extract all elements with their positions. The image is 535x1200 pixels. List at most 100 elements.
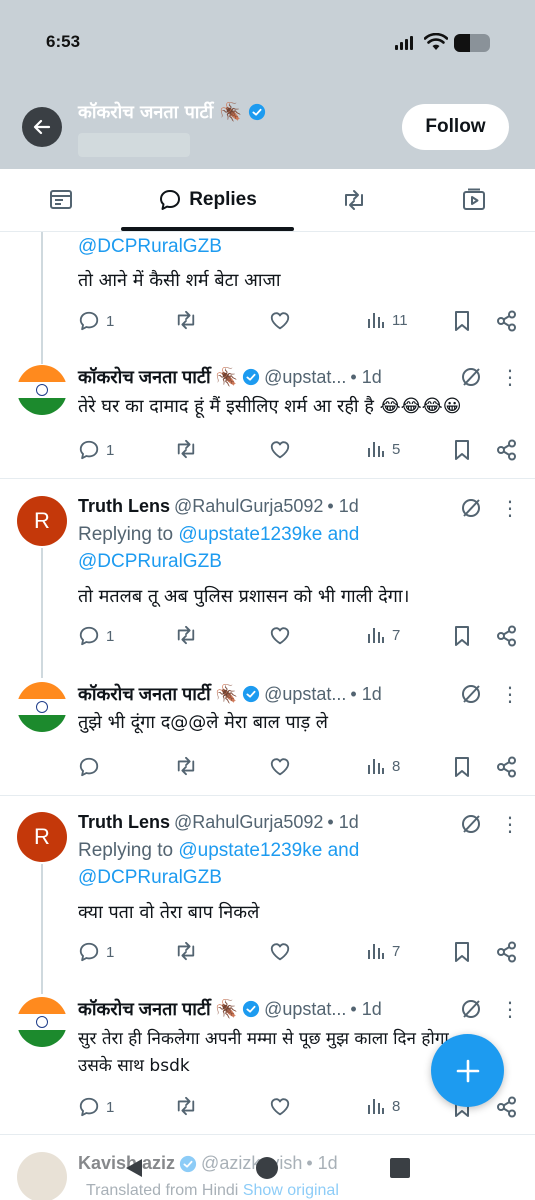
post-actions: 8 bbox=[78, 756, 518, 782]
mention-link[interactable]: @upstate1239ke and bbox=[178, 840, 359, 861]
grok-icon[interactable] bbox=[460, 366, 482, 388]
bookmark-button[interactable] bbox=[452, 941, 472, 963]
post-count-blurred bbox=[78, 133, 190, 157]
author-handle[interactable]: @RahulGurja5092 bbox=[174, 496, 323, 517]
author-name[interactable]: कॉकरोच जनता पार्टी 🪳 bbox=[78, 682, 238, 706]
thread-connector bbox=[41, 548, 43, 678]
divider bbox=[0, 795, 535, 796]
repost-button[interactable] bbox=[174, 439, 198, 459]
replying-prefix: Replying to bbox=[78, 840, 174, 861]
views-button[interactable]: 8 bbox=[366, 756, 400, 776]
author-handle[interactable]: @upstat... bbox=[264, 367, 346, 388]
avatar[interactable] bbox=[17, 997, 67, 1047]
grok-icon[interactable] bbox=[460, 683, 482, 705]
cellular-signal-icon bbox=[395, 36, 413, 50]
active-tab-indicator bbox=[121, 227, 294, 231]
repost-button[interactable] bbox=[174, 1096, 198, 1116]
share-button[interactable] bbox=[496, 625, 518, 647]
bookmark-button[interactable] bbox=[452, 625, 472, 647]
reply-button[interactable]: 1 bbox=[78, 941, 114, 963]
more-options-icon[interactable]: ⋮ bbox=[500, 999, 520, 1019]
bookmark-button[interactable] bbox=[452, 756, 472, 778]
repost-icon bbox=[177, 439, 195, 459]
mention-link[interactable]: @DCPRuralGZB bbox=[78, 867, 222, 888]
author-handle[interactable]: @upstat... bbox=[264, 684, 346, 705]
more-options-icon[interactable]: ⋮ bbox=[500, 498, 520, 518]
reply-button[interactable] bbox=[78, 756, 106, 778]
profile-title: कॉकरोच जनता पार्टी 🪳 bbox=[78, 100, 266, 124]
reply-button[interactable]: 1 bbox=[78, 1096, 114, 1118]
mention-link[interactable]: @upstate1239ke and bbox=[178, 524, 359, 545]
author-name[interactable]: कॉकरोच जनता पार्टी 🪳 bbox=[78, 365, 238, 389]
divider bbox=[0, 1134, 535, 1135]
post-text: तो आने में कैसी शर्म बेटा आजा bbox=[78, 270, 281, 291]
more-options-icon[interactable]: ⋮ bbox=[500, 814, 520, 834]
post-header: कॉकरोच जनता पार्टी 🪳 @upstat... • 1d bbox=[78, 682, 382, 706]
reply-button[interactable]: 1 bbox=[78, 310, 114, 332]
views-button[interactable]: 11 bbox=[366, 310, 408, 330]
views-button[interactable]: 5 bbox=[366, 439, 400, 459]
replying-to: @DCPRuralGZB bbox=[78, 233, 222, 260]
share-button[interactable] bbox=[496, 439, 518, 461]
more-options-icon[interactable]: ⋮ bbox=[500, 684, 520, 704]
replying-prefix: Replying to bbox=[78, 524, 174, 545]
repost-button[interactable] bbox=[174, 625, 198, 645]
system-navigation-bar bbox=[0, 1140, 535, 1200]
views-button[interactable]: 7 bbox=[366, 625, 400, 645]
author-handle[interactable]: @RahulGurja5092 bbox=[174, 812, 323, 833]
author-name[interactable]: Truth Lens bbox=[78, 812, 170, 833]
compose-button[interactable] bbox=[431, 1034, 504, 1107]
bookmark-button[interactable] bbox=[452, 310, 472, 332]
author-name[interactable]: Truth Lens bbox=[78, 496, 170, 517]
like-button[interactable] bbox=[269, 941, 291, 963]
tab-reposts[interactable] bbox=[323, 169, 385, 231]
author-name[interactable]: कॉकरोच जनता पार्टी 🪳 bbox=[78, 997, 238, 1021]
author-handle[interactable]: @upstat... bbox=[264, 999, 346, 1020]
repost-button[interactable] bbox=[174, 310, 198, 330]
wifi-icon bbox=[424, 33, 448, 50]
views-button[interactable]: 7 bbox=[366, 941, 400, 961]
heart-icon bbox=[270, 312, 290, 330]
like-button[interactable] bbox=[269, 1096, 291, 1118]
repost-icon bbox=[177, 756, 195, 776]
post-time: • 1d bbox=[327, 496, 359, 516]
repost-button[interactable] bbox=[174, 756, 198, 776]
avatar[interactable] bbox=[17, 365, 67, 415]
bookmark-button[interactable] bbox=[452, 439, 472, 461]
avatar[interactable]: R bbox=[17, 496, 67, 546]
mention-link[interactable]: @DCPRuralGZB bbox=[78, 551, 222, 572]
follow-button[interactable]: Follow bbox=[402, 104, 509, 150]
grok-icon[interactable] bbox=[460, 998, 482, 1020]
share-icon bbox=[497, 1096, 516, 1118]
profile-tabs: Replies bbox=[0, 169, 535, 232]
tab-posts[interactable] bbox=[30, 169, 92, 231]
share-button[interactable] bbox=[496, 941, 518, 963]
grok-icon[interactable] bbox=[460, 813, 482, 835]
like-button[interactable] bbox=[269, 756, 291, 778]
avatar[interactable] bbox=[17, 682, 67, 732]
view-count: 7 bbox=[392, 942, 401, 960]
repost-button[interactable] bbox=[174, 941, 198, 961]
repost-icon bbox=[177, 625, 195, 645]
views-button[interactable]: 8 bbox=[366, 1096, 400, 1116]
recents-square-icon[interactable] bbox=[390, 1158, 410, 1178]
tab-media[interactable] bbox=[443, 169, 505, 231]
back-button[interactable] bbox=[22, 107, 62, 147]
tab-replies[interactable]: Replies bbox=[121, 169, 294, 231]
like-button[interactable] bbox=[269, 310, 291, 332]
reply-button[interactable]: 1 bbox=[78, 625, 114, 647]
like-button[interactable] bbox=[269, 439, 291, 461]
home-circle-icon[interactable] bbox=[256, 1157, 278, 1179]
like-button[interactable] bbox=[269, 625, 291, 647]
more-options-icon[interactable]: ⋮ bbox=[500, 367, 520, 387]
reply-button[interactable]: 1 bbox=[78, 439, 114, 461]
mention-link[interactable]: @DCPRuralGZB bbox=[78, 236, 222, 257]
back-triangle-icon[interactable] bbox=[122, 1156, 146, 1180]
share-button[interactable] bbox=[496, 1096, 518, 1118]
plus-icon bbox=[456, 1059, 479, 1082]
share-button[interactable] bbox=[496, 310, 518, 332]
share-icon bbox=[497, 310, 516, 332]
avatar[interactable]: R bbox=[17, 812, 67, 862]
grok-icon[interactable] bbox=[460, 497, 482, 519]
share-button[interactable] bbox=[496, 756, 518, 778]
